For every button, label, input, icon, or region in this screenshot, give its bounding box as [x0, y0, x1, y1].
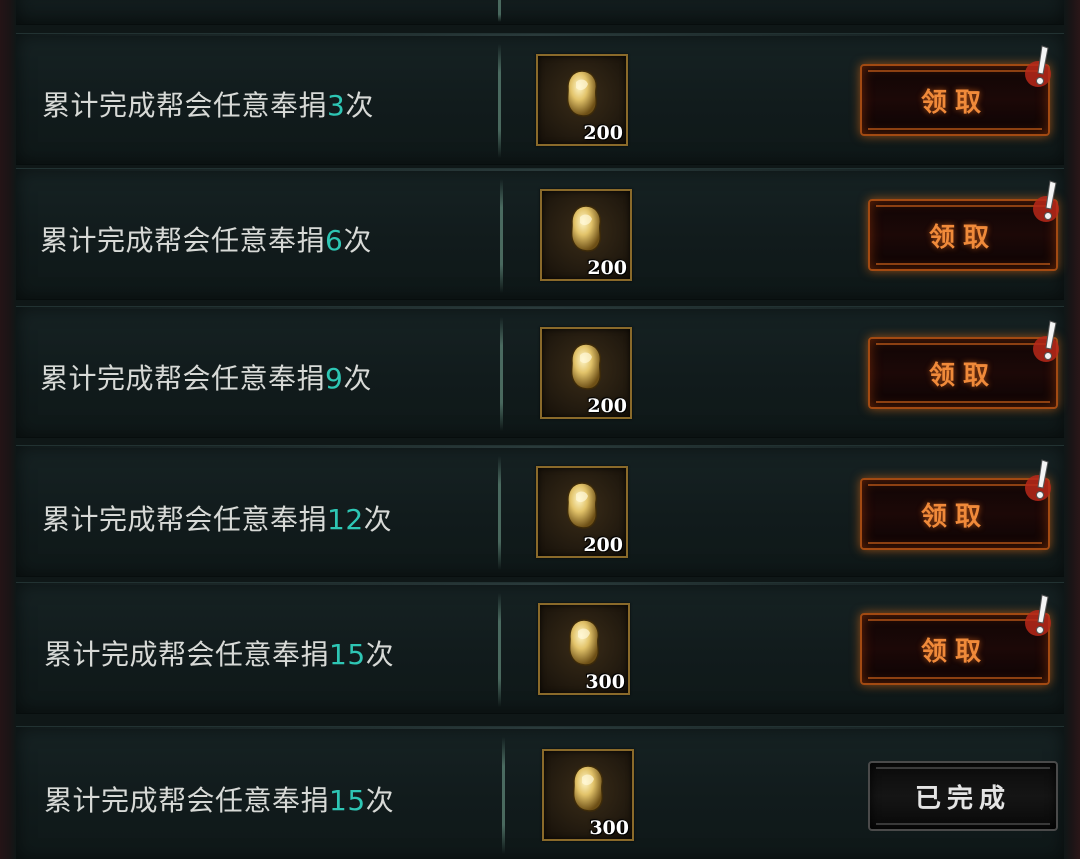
- completed-button: 已完成: [868, 761, 1058, 831]
- reward-slot[interactable]: 200: [540, 189, 632, 281]
- task-text: 累计完成帮会任意奉捐: [40, 362, 326, 395]
- reward-slot[interactable]: 200: [536, 466, 628, 558]
- claim-button[interactable]: 领取: [868, 337, 1058, 409]
- reward-quantity: 200: [583, 122, 623, 144]
- task-unit: 次: [343, 224, 372, 257]
- task-unit: 次: [345, 89, 374, 122]
- task-description: 累计完成帮会任意奉捐9次: [40, 357, 372, 397]
- row-divider: [500, 317, 503, 431]
- task-unit: 次: [343, 362, 372, 395]
- row-divider: [498, 0, 501, 22]
- task-row-completed: 累计完成帮会任意奉捐15次 300 已完成: [16, 726, 1064, 859]
- task-row: 累计完成帮会任意奉捐9次 200 领取: [16, 306, 1064, 438]
- task-row: 累计完成帮会任意奉捐3次 200 领取: [16, 33, 1064, 165]
- task-count: 12: [327, 503, 364, 536]
- task-row: 累计完成帮会任意奉捐12次 200 领取: [16, 445, 1064, 577]
- claim-button-label: 领取: [928, 360, 997, 391]
- row-divider: [498, 593, 501, 707]
- reward-quantity: 300: [589, 817, 629, 839]
- task-count: 15: [329, 638, 366, 671]
- task-row: 累计完成帮会任意奉捐15次 300 领取: [16, 582, 1064, 714]
- claim-button[interactable]: 领取: [860, 478, 1050, 550]
- reward-slot[interactable]: 300: [542, 749, 634, 841]
- completed-button-label: 已完成: [914, 783, 1011, 814]
- task-text: 累计完成帮会任意奉捐: [40, 224, 326, 257]
- task-description: 累计完成帮会任意奉捐6次: [40, 219, 372, 259]
- reward-quantity: 200: [587, 395, 627, 417]
- reward-slot[interactable]: 200: [540, 327, 632, 419]
- row-divider: [500, 179, 503, 293]
- claim-button-label: 领取: [920, 501, 989, 532]
- task-description: 累计完成帮会任意奉捐12次: [42, 498, 392, 538]
- claim-button[interactable]: 领取: [860, 64, 1050, 136]
- gold-ingot-icon: [568, 619, 600, 666]
- exclamation-alert-icon: [1025, 459, 1051, 501]
- task-description: 累计完成帮会任意奉捐3次: [42, 84, 374, 124]
- task-unit: 次: [365, 638, 395, 671]
- task-row: 累计完成帮会任意奉捐6次 200 领取: [16, 168, 1064, 300]
- gold-ingot-icon: [570, 343, 602, 390]
- task-unit: 次: [365, 784, 395, 817]
- gold-ingot-icon: [566, 70, 598, 117]
- task-row-partial: [16, 0, 1064, 25]
- task-unit: 次: [363, 503, 393, 536]
- reward-slot[interactable]: 300: [538, 603, 630, 695]
- row-divider: [498, 44, 501, 158]
- task-description: 累计完成帮会任意奉捐15次: [44, 779, 394, 819]
- claim-button[interactable]: 领取: [868, 199, 1058, 271]
- row-divider: [498, 456, 501, 570]
- claim-button-label: 领取: [920, 87, 989, 118]
- task-description: 累计完成帮会任意奉捐15次: [44, 633, 394, 673]
- reward-slot[interactable]: 200: [536, 54, 628, 146]
- exclamation-alert-icon: [1025, 45, 1051, 87]
- task-count: 3: [327, 89, 346, 122]
- task-reward-panel: 累计完成帮会任意奉捐3次 200 领取 累计完成帮会任意奉捐6次 200 领取 …: [0, 0, 1080, 859]
- gold-ingot-icon: [572, 765, 604, 812]
- exclamation-alert-icon: [1033, 320, 1059, 362]
- task-text: 累计完成帮会任意奉捐: [44, 638, 330, 671]
- task-text: 累计完成帮会任意奉捐: [44, 784, 330, 817]
- reward-quantity: 300: [585, 671, 625, 693]
- claim-button[interactable]: 领取: [860, 613, 1050, 685]
- row-divider: [502, 737, 505, 854]
- task-count: 9: [325, 362, 344, 395]
- gold-ingot-icon: [566, 482, 598, 529]
- reward-quantity: 200: [583, 534, 623, 556]
- task-count: 15: [329, 784, 366, 817]
- task-list[interactable]: 累计完成帮会任意奉捐3次 200 领取 累计完成帮会任意奉捐6次 200 领取 …: [0, 0, 1080, 859]
- gold-ingot-icon: [570, 205, 602, 252]
- task-text: 累计完成帮会任意奉捐: [42, 89, 328, 122]
- exclamation-alert-icon: [1025, 594, 1051, 636]
- task-count: 6: [325, 224, 344, 257]
- claim-button-label: 领取: [928, 222, 997, 253]
- reward-quantity: 200: [587, 257, 627, 279]
- exclamation-alert-icon: [1033, 180, 1059, 222]
- claim-button-label: 领取: [920, 636, 989, 667]
- task-text: 累计完成帮会任意奉捐: [42, 503, 328, 536]
